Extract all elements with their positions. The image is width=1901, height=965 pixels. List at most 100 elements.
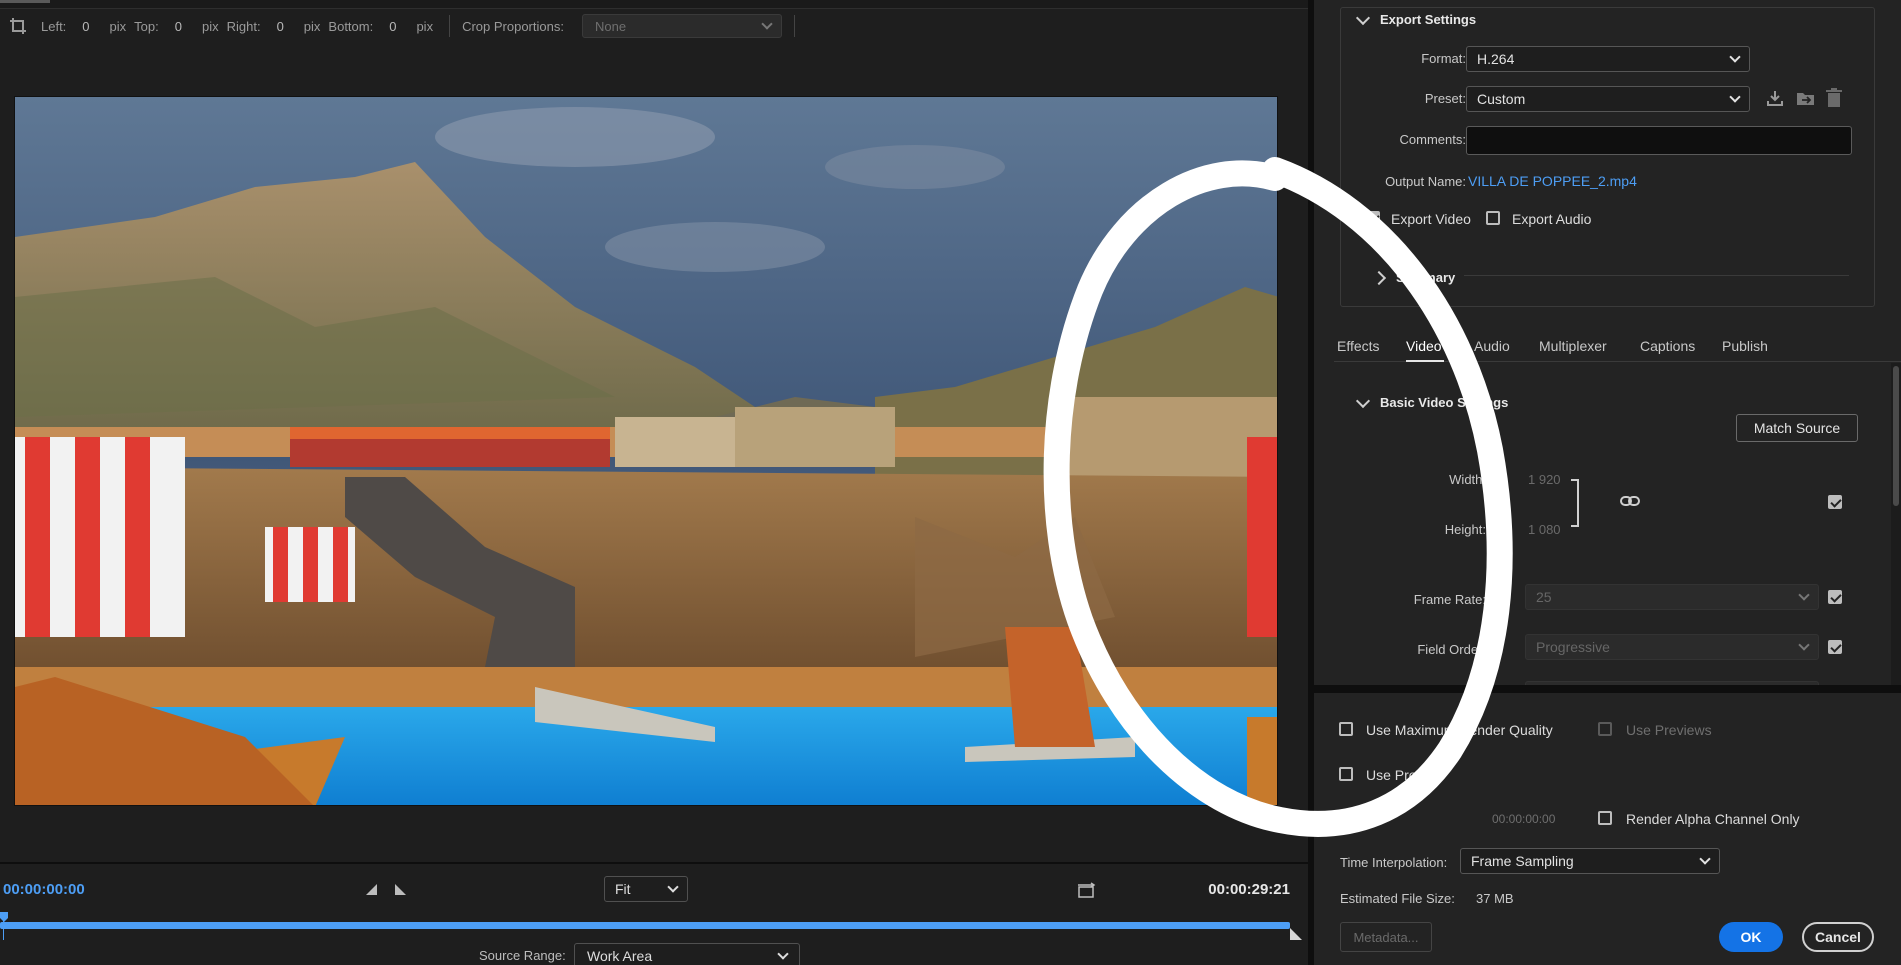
summary-header[interactable]: Summary [1371,270,1456,285]
settings-divider[interactable] [1314,685,1901,693]
aspect-ratio-correction-icon[interactable] [1076,882,1096,900]
basic-video-settings-title: Basic Video Settings [1380,395,1509,410]
use-previews-checkbox[interactable] [1598,722,1612,736]
export-video-label: Export Video [1391,211,1471,227]
settings-pane: Export Settings Format: H.264 Preset: Cu… [1314,0,1901,965]
crop-bottom-value[interactable]: 0 [389,19,396,34]
frame-rate-dropdown[interactable]: 25 [1525,584,1819,610]
height-label: Height: [1444,522,1486,537]
import-preset-icon[interactable] [1796,89,1816,112]
preset-dropdown[interactable]: Custom [1466,86,1750,112]
render-alpha-checkbox[interactable] [1598,811,1612,825]
width-value[interactable]: 1 920 [1528,472,1561,487]
delete-preset-icon[interactable] [1826,88,1842,113]
height-value[interactable]: 1 080 [1528,522,1561,537]
work-area-end-handle[interactable] [1290,928,1302,940]
metadata-button[interactable]: Metadata... [1340,922,1432,952]
use-previews-label: Use Previews [1626,722,1712,738]
crop-separator [449,15,451,37]
time-interpolation-label: Time Interpolation: [1340,855,1448,870]
tab-multiplexer[interactable]: Multiplexer [1539,338,1607,354]
render-options-pane: Use Maximum Render Quality Use Previews … [1314,693,1901,965]
crop-right-label: Right: [226,18,261,34]
video-settings-panel: Basic Video Settings Match Source Width:… [1314,363,1901,685]
max-render-quality-label: Use Maximum Render Quality [1366,722,1553,738]
frame-rate-label: Frame Rate: [1413,592,1486,607]
source-output-tabstrip [0,0,1308,9]
use-proxies-label: Use Proxies [1366,767,1442,783]
chevron-down-icon [1729,50,1741,63]
timeline-scrubber[interactable] [0,912,1308,940]
active-tab-indicator [0,0,50,3]
tab-effects[interactable]: Effects [1337,338,1380,354]
match-source-button[interactable]: Match Source [1736,414,1858,442]
use-proxies-checkbox[interactable] [1339,767,1353,781]
crop-proportions-value: None [594,18,627,34]
tab-publish[interactable]: Publish [1722,338,1768,354]
comments-input[interactable] [1466,126,1852,155]
chevron-down-icon [1729,90,1741,103]
match-field-order-checkbox[interactable] [1828,640,1842,654]
crop-top-value[interactable]: 0 [175,19,182,34]
field-order-value: Progressive [1536,639,1610,655]
max-render-quality-checkbox[interactable] [1339,722,1353,736]
tab-video[interactable]: Video [1406,338,1442,354]
preview-pane: Left: 0 pix Top: 0 pix Right: 0 pix Bott… [0,0,1308,965]
crop-toolbar: Left: 0 pix Top: 0 pix Right: 0 pix Bott… [0,12,1308,40]
tab-audio[interactable]: Audio [1474,338,1510,354]
cancel-button[interactable]: Cancel [1802,922,1874,952]
output-name-link[interactable]: VILLA DE POPPEE_2.mp4 [1468,173,1637,189]
summary-divider [1464,275,1849,276]
chevron-down-icon [1798,638,1810,651]
chevron-right-icon [1371,270,1387,285]
time-interpolation-dropdown[interactable]: Frame Sampling [1460,848,1720,874]
export-settings-title: Export Settings [1380,12,1477,27]
export-settings-header[interactable]: Export Settings [1355,10,1477,27]
chevron-down-icon [667,880,679,893]
crop-proportions-dropdown[interactable]: None [581,14,782,38]
match-frame-rate-checkbox[interactable] [1828,590,1842,604]
ok-button[interactable]: OK [1719,922,1783,952]
zoom-dropdown[interactable]: Fit [604,876,688,902]
settings-scrollbar[interactable] [1891,363,1901,685]
crop-icon[interactable] [9,17,27,35]
link-icon[interactable] [1620,494,1640,508]
crop-proportions-label: Crop Proportions: [462,18,564,34]
source-range-row: Source Range: Work Area [0,942,1308,965]
preview-frame-image [15,97,1277,805]
time-interpolation-value: Frame Sampling [1471,853,1574,869]
width-label: Width: [1449,472,1486,487]
format-dropdown[interactable]: H.264 [1466,46,1750,72]
save-preset-icon[interactable] [1766,89,1784,112]
format-value: H.264 [1477,51,1515,67]
constrain-bracket [1571,479,1579,527]
work-area-bar[interactable] [0,922,1290,929]
playback-bar: 00:00:00:00 Fit 00:00:29:21 [0,862,1308,912]
export-video-checkbox[interactable] [1366,211,1380,225]
start-timecode-value[interactable]: 00:00:00:00 [1492,812,1555,826]
tab-captions[interactable]: Captions [1640,338,1695,354]
chevron-down-icon [1699,852,1711,865]
preset-value: Custom [1477,91,1526,107]
mark-in-icon[interactable] [364,882,380,898]
chevron-down-icon [1798,588,1810,601]
crop-right-value[interactable]: 0 [277,19,284,34]
zoom-value: Fit [615,881,631,897]
match-dimensions-checkbox[interactable] [1828,495,1842,509]
field-order-label: Field Order: [1417,642,1486,657]
crop-left-unit: pix [109,18,127,34]
export-audio-checkbox[interactable] [1486,211,1500,225]
summary-title: Summary [1396,270,1456,285]
mark-out-icon[interactable] [392,882,408,898]
playhead[interactable] [0,912,8,922]
render-alpha-label: Render Alpha Channel Only [1626,811,1800,827]
crop-left-value[interactable]: 0 [82,19,89,34]
estimated-file-size-label: Estimated File Size: [1340,891,1455,906]
playhead-line [3,918,4,940]
crop-separator-end [793,15,795,37]
basic-video-settings-header[interactable]: Basic Video Settings [1355,393,1509,410]
scrollbar-thumb[interactable] [1893,366,1899,506]
current-timecode[interactable]: 00:00:00:00 [3,881,85,898]
field-order-dropdown[interactable]: Progressive [1525,634,1819,660]
source-range-dropdown[interactable]: Work Area [574,943,800,965]
